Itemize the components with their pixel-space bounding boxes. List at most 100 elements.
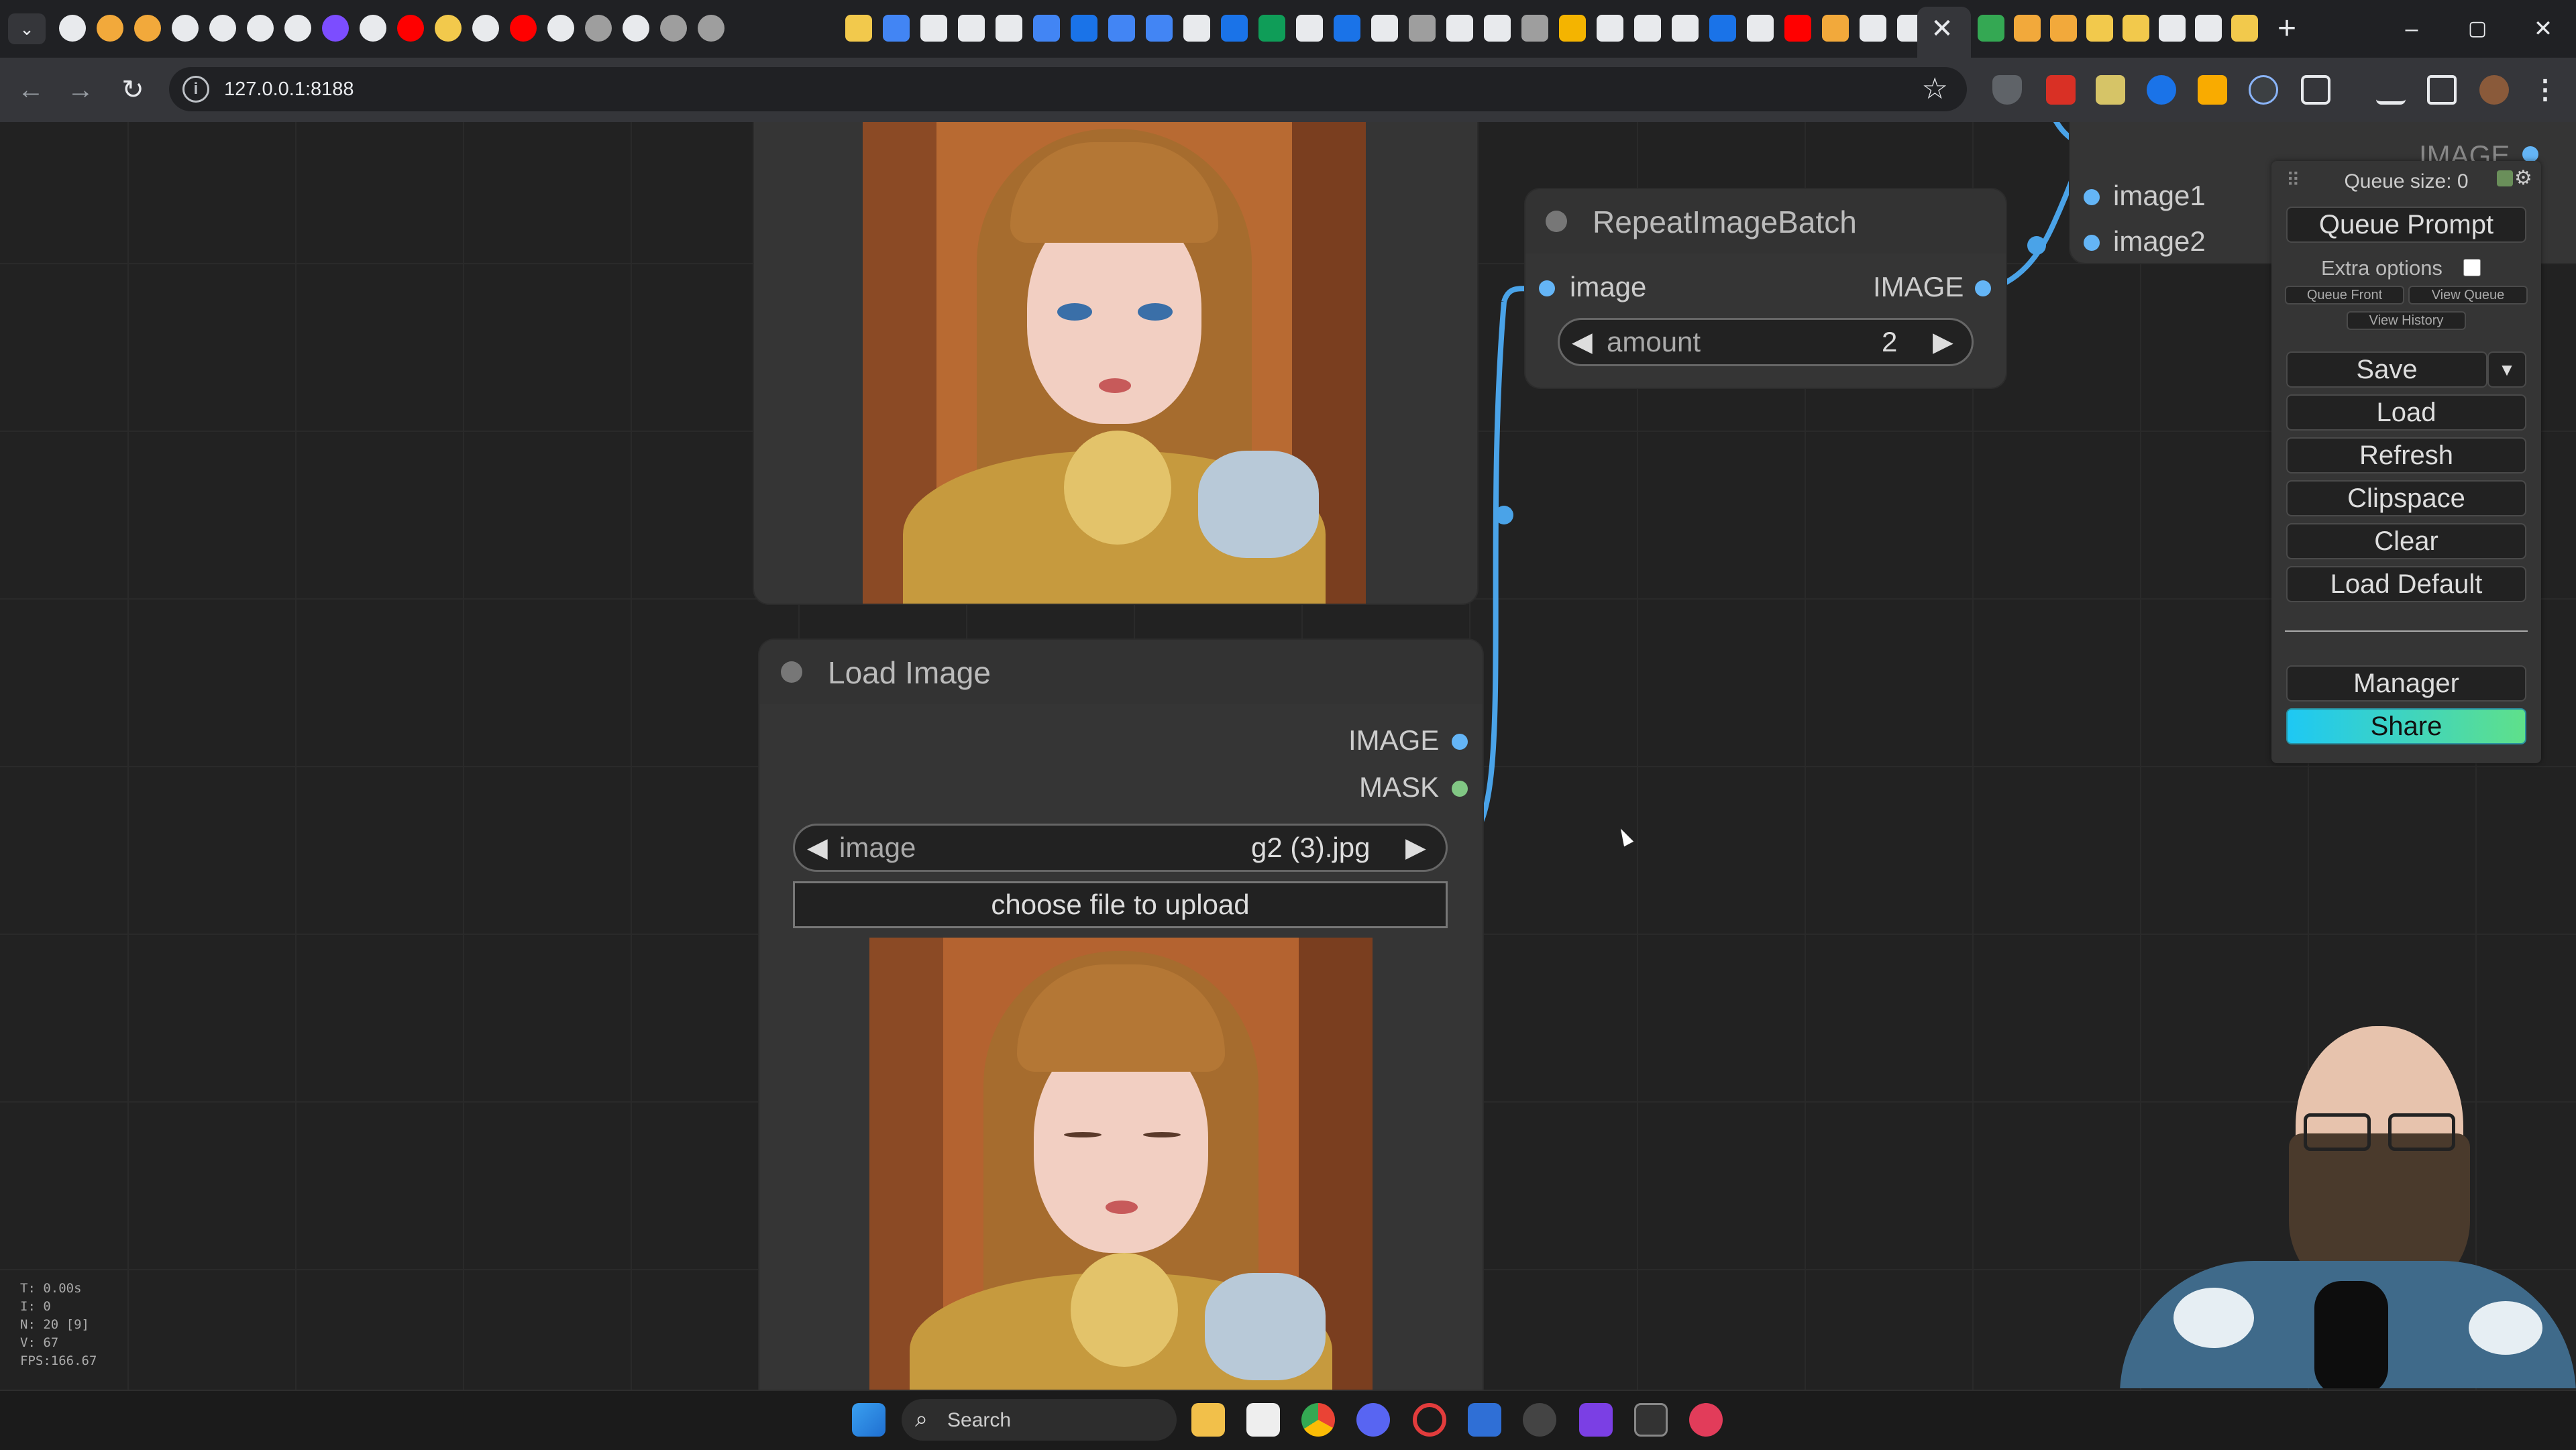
widget-value[interactable]: g2 (3).jpg: [1251, 826, 1370, 870]
opera-icon[interactable]: [1413, 1403, 1446, 1437]
tab-favicon-icon[interactable]: [2159, 15, 2186, 42]
taskbar-search[interactable]: ⌕ Search: [902, 1399, 1177, 1441]
wire-midpoint-handle[interactable]: [1495, 506, 1513, 524]
increment-arrow-icon[interactable]: ▶: [1933, 320, 1953, 364]
side-panel-icon[interactable]: [2427, 75, 2457, 105]
tab-search-button[interactable]: ⌄: [8, 13, 46, 44]
share-button[interactable]: Share: [2286, 708, 2526, 744]
image-combo-widget[interactable]: ◀ image g2 (3).jpg ▶: [793, 824, 1448, 872]
image-preview-icon[interactable]: [2497, 170, 2513, 186]
output-slot-mask[interactable]: [1452, 781, 1468, 797]
settings-gear-icon[interactable]: ⚙: [2514, 166, 2532, 190]
manager-button[interactable]: Manager: [2286, 665, 2526, 702]
output-slot-image[interactable]: [2522, 146, 2538, 162]
site-info-icon[interactable]: i: [182, 76, 209, 103]
forward-button[interactable]: →: [62, 71, 99, 109]
bookmark-star-icon[interactable]: ☆: [1922, 71, 1948, 107]
repeat-image-batch-node[interactable]: RepeatImageBatch image IMAGE ◀ amount 2 …: [1525, 189, 2006, 388]
tab-favicon-icon[interactable]: [845, 15, 872, 42]
save-dropdown-button[interactable]: ▼: [2487, 351, 2526, 388]
window-close-button[interactable]: ✕: [2520, 11, 2567, 47]
tab-favicon-icon[interactable]: [920, 15, 947, 42]
load-default-button[interactable]: Load Default: [2286, 566, 2526, 602]
tab-favicon-icon[interactable]: [1296, 15, 1323, 42]
extension-icon[interactable]: [2147, 75, 2176, 105]
tab-favicon-icon[interactable]: [322, 15, 349, 42]
windows-start-icon[interactable]: [852, 1403, 885, 1437]
amount-number-widget[interactable]: ◀ amount 2 ▶: [1558, 318, 1974, 366]
refresh-button[interactable]: Refresh: [2286, 437, 2526, 473]
window-minimize-button[interactable]: –: [2388, 11, 2435, 47]
tab-favicon-icon[interactable]: [1146, 15, 1173, 42]
tab-favicon-icon[interactable]: [1822, 15, 1849, 42]
tab-favicon-icon[interactable]: [1672, 15, 1699, 42]
node-collapse-dot[interactable]: [781, 661, 802, 683]
new-tab-button[interactable]: +: [2271, 13, 2302, 45]
tab-close-icon[interactable]: ✕: [1927, 13, 1957, 44]
tab-favicon-icon[interactable]: [1747, 15, 1774, 42]
tab-favicon-icon[interactable]: [284, 15, 311, 42]
tab-favicon-icon[interactable]: [623, 15, 649, 42]
tab-favicon-icon[interactable]: [2050, 15, 2077, 42]
tab-favicon-icon[interactable]: [883, 15, 910, 42]
load-button[interactable]: Load: [2286, 394, 2526, 431]
node-collapse-dot[interactable]: [1546, 211, 1567, 232]
queue-prompt-button[interactable]: Queue Prompt: [2286, 207, 2526, 243]
next-arrow-icon[interactable]: ▶: [1405, 826, 1426, 870]
chrome-icon[interactable]: [1301, 1403, 1335, 1437]
output-slot-image[interactable]: [1452, 734, 1468, 750]
tab-favicon-icon[interactable]: [1071, 15, 1097, 42]
input-slot-image2[interactable]: [2084, 235, 2100, 251]
tab-favicon-icon[interactable]: [510, 15, 537, 42]
extra-options-checkbox[interactable]: [2463, 259, 2481, 276]
tab-favicon-icon[interactable]: [996, 15, 1022, 42]
clear-button[interactable]: Clear: [2286, 523, 2526, 559]
tab-favicon-icon[interactable]: [585, 15, 612, 42]
preview-image-node[interactable]: [754, 122, 1477, 604]
extension-icon[interactable]: [2096, 75, 2125, 105]
affinity-icon[interactable]: [1579, 1403, 1613, 1437]
input-slot-image[interactable]: [1539, 280, 1555, 296]
tab-favicon-icon[interactable]: [134, 15, 161, 42]
tab-favicon-icon[interactable]: [172, 15, 199, 42]
app-icon[interactable]: [1523, 1403, 1556, 1437]
todo-icon[interactable]: [1468, 1403, 1501, 1437]
window-maximize-button[interactable]: ▢: [2454, 11, 2501, 47]
tab-favicon-icon[interactable]: [2231, 15, 2258, 42]
previous-arrow-icon[interactable]: ◀: [807, 826, 828, 870]
tab-favicon-icon[interactable]: [2086, 15, 2113, 42]
tab-favicon-icon[interactable]: [1258, 15, 1285, 42]
tab-favicon-icon[interactable]: [1709, 15, 1736, 42]
url-text[interactable]: 127.0.0.1:8188: [224, 78, 354, 101]
tab-favicon-icon[interactable]: [660, 15, 687, 42]
tab-favicon-icon[interactable]: [247, 15, 274, 42]
view-history-button[interactable]: View History: [2347, 311, 2466, 330]
tab-favicon-icon[interactable]: [1183, 15, 1210, 42]
clipspace-button[interactable]: Clipspace: [2286, 480, 2526, 516]
tab-favicon-icon[interactable]: [397, 15, 424, 42]
browser-menu-icon[interactable]: ⋮: [2530, 75, 2560, 105]
tab-favicon-icon[interactable]: [1521, 15, 1548, 42]
tab-favicon-icon[interactable]: [1559, 15, 1586, 42]
drag-handle-icon[interactable]: ⠿: [2286, 169, 2300, 191]
wire-midpoint-handle[interactable]: [2027, 236, 2046, 255]
tab-favicon-icon[interactable]: [1634, 15, 1661, 42]
tab-favicon-icon[interactable]: [2123, 15, 2149, 42]
reload-button[interactable]: ↻: [114, 71, 152, 109]
store-icon[interactable]: [1246, 1403, 1280, 1437]
save-button[interactable]: Save: [2286, 351, 2487, 388]
address-bar[interactable]: i 127.0.0.1:8188 ☆: [169, 67, 1967, 111]
app-icon[interactable]: [1689, 1403, 1723, 1437]
downloads-icon[interactable]: [2376, 75, 2406, 105]
tab-favicon-icon[interactable]: [1978, 15, 2004, 42]
tab-favicon-icon[interactable]: [958, 15, 985, 42]
tab-favicon-icon[interactable]: [59, 15, 86, 42]
tab-favicon-icon[interactable]: [1371, 15, 1398, 42]
tab-favicon-icon[interactable]: [547, 15, 574, 42]
extensions-puzzle-icon[interactable]: [2301, 75, 2330, 105]
file-explorer-icon[interactable]: [1191, 1403, 1225, 1437]
extension-icon[interactable]: [2198, 75, 2227, 105]
queue-front-button[interactable]: Queue Front: [2285, 286, 2404, 304]
output-slot-image[interactable]: [1975, 280, 1991, 296]
tab-favicon-icon[interactable]: [1409, 15, 1436, 42]
